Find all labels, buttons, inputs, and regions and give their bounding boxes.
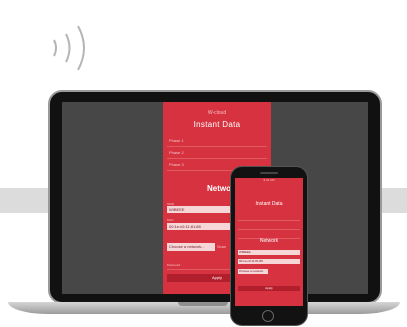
app-logo: W-cloud xyxy=(207,110,227,116)
wireless-signal-icon xyxy=(53,25,85,71)
phone-home-button[interactable] xyxy=(262,310,274,322)
app-title: Instant Data xyxy=(193,120,241,129)
list-item[interactable] xyxy=(238,212,300,221)
mac-label: MAC xyxy=(167,218,174,222)
phone-ssid-field[interactable]: WIBEEE xyxy=(238,250,300,255)
laptop-screen: W-cloud Instant Data Phase 1 Phase 2 Pha… xyxy=(62,102,368,294)
list-item[interactable] xyxy=(238,221,300,230)
list-item-phase-1[interactable]: Phase 1 xyxy=(167,135,267,147)
phone-network-heading: Network xyxy=(259,238,279,244)
list-item-phase-2[interactable]: Phase 2 xyxy=(167,147,267,159)
scan-button[interactable]: Scan xyxy=(217,244,226,249)
laptop-notch xyxy=(178,302,228,306)
phone-network-select[interactable]: Choose a network xyxy=(238,269,268,274)
phone-apply-button[interactable]: Apply xyxy=(238,286,300,291)
phone-screen: 9:41 AM Instant Data Network WIBEEE 00:1… xyxy=(235,178,303,306)
phone-mac-field[interactable]: 00:1e:c0:11:81:88 xyxy=(238,259,300,264)
phone-app-title: Instant Data xyxy=(255,201,283,207)
phone-status-bar: 9:41 AM xyxy=(263,178,275,182)
phone-speaker xyxy=(260,172,278,174)
phone-phase-list xyxy=(238,212,300,239)
network-select[interactable]: Choose a network... xyxy=(167,243,215,251)
